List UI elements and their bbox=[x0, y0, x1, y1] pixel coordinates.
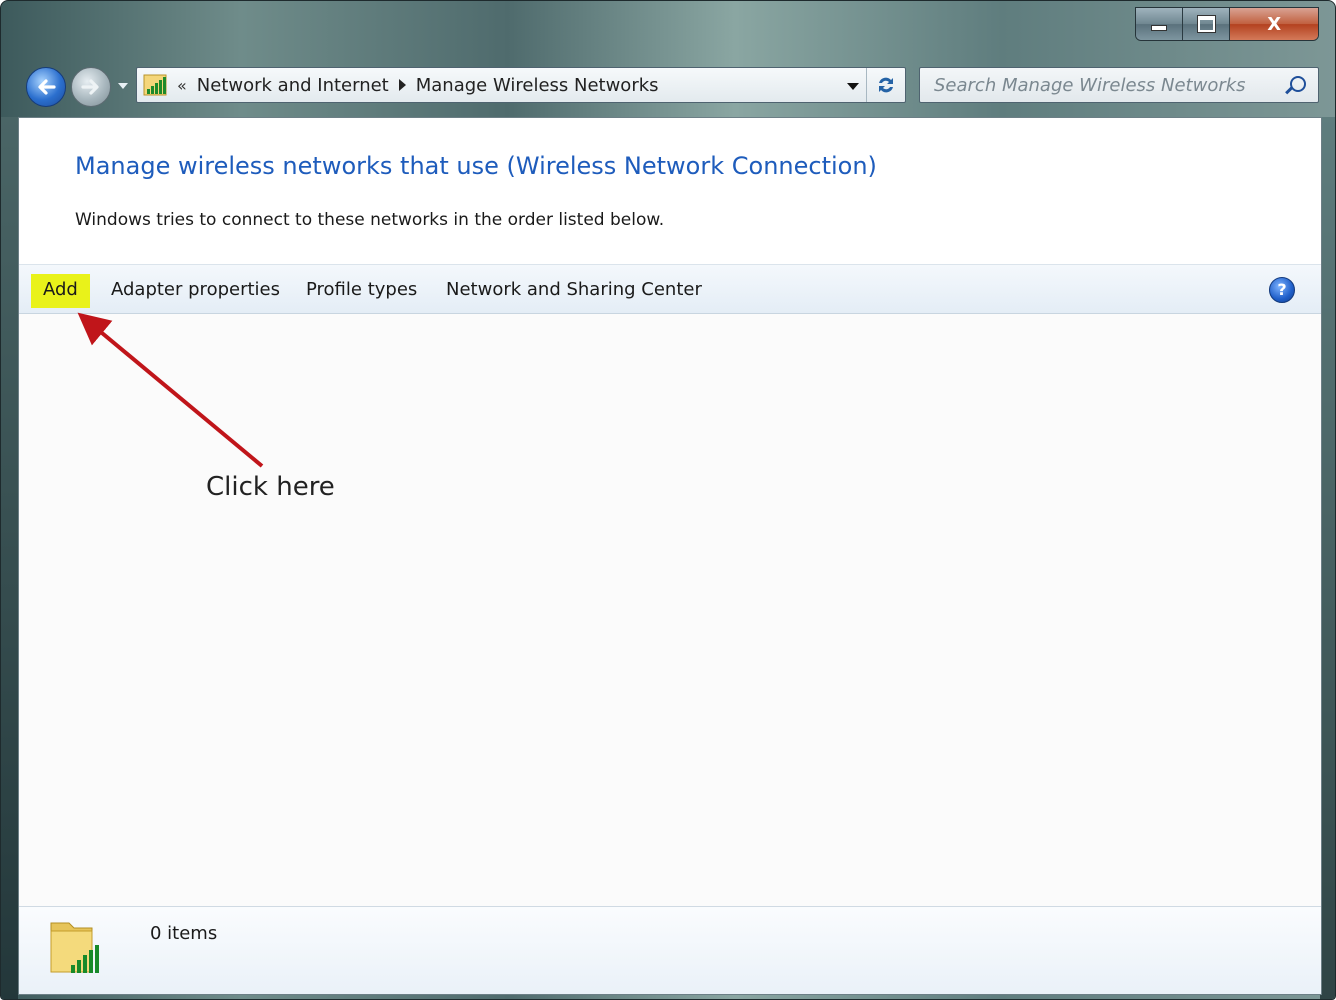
address-dropdown-icon[interactable] bbox=[847, 83, 859, 90]
page-title: Manage wireless networks that use (Wirel… bbox=[75, 152, 877, 180]
wireless-network-icon bbox=[143, 73, 169, 97]
maximize-icon bbox=[1197, 16, 1215, 32]
window-frame-right bbox=[1320, 117, 1335, 999]
command-toolbar: Add Adapter properties Profile types Net… bbox=[19, 264, 1321, 314]
arrow-left-icon bbox=[38, 79, 56, 95]
close-icon: X bbox=[1267, 13, 1282, 35]
breadcrumb-overflow-icon[interactable]: « bbox=[177, 76, 187, 95]
refresh-button[interactable] bbox=[866, 68, 905, 102]
adapter-properties-button[interactable]: Adapter properties bbox=[99, 274, 292, 308]
network-sharing-center-button[interactable]: Network and Sharing Center bbox=[434, 274, 714, 308]
window-frame-left bbox=[1, 117, 18, 999]
page-description: Windows tries to connect to these networ… bbox=[75, 210, 665, 230]
refresh-icon bbox=[879, 77, 893, 93]
explorer-window: X « Network and Internet Manage Wireless… bbox=[0, 0, 1336, 1000]
back-button[interactable] bbox=[26, 67, 66, 107]
content-pane: Manage wireless networks that use (Wirel… bbox=[18, 117, 1322, 995]
search-box[interactable]: Search Manage Wireless Networks bbox=[919, 67, 1319, 103]
forward-button[interactable] bbox=[71, 67, 111, 107]
profile-types-button[interactable]: Profile types bbox=[294, 274, 429, 308]
breadcrumb-separator-icon[interactable] bbox=[398, 79, 406, 91]
search-icon[interactable] bbox=[1290, 76, 1306, 92]
add-button[interactable]: Add bbox=[31, 274, 90, 308]
maximize-button[interactable] bbox=[1183, 8, 1231, 40]
breadcrumb-manage-wireless-networks[interactable]: Manage Wireless Networks bbox=[416, 75, 659, 96]
minimize-button[interactable] bbox=[1136, 8, 1184, 40]
close-button[interactable]: X bbox=[1230, 8, 1318, 40]
search-input[interactable]: Search Manage Wireless Networks bbox=[934, 75, 1246, 96]
arrow-right-icon bbox=[81, 79, 99, 95]
annotation-label: Click here bbox=[206, 472, 335, 502]
item-count: 0 items bbox=[150, 923, 218, 944]
recent-pages-dropdown[interactable] bbox=[118, 83, 128, 89]
caption-buttons: X bbox=[1135, 7, 1319, 41]
details-pane: 0 items bbox=[19, 906, 1321, 994]
wireless-folder-icon bbox=[49, 917, 119, 979]
title-bar: X « Network and Internet Manage Wireless… bbox=[1, 1, 1335, 117]
help-icon[interactable]: ? bbox=[1269, 277, 1295, 303]
networks-list[interactable] bbox=[19, 314, 1321, 908]
minimize-icon bbox=[1152, 26, 1167, 30]
address-bar[interactable]: « Network and Internet Manage Wireless N… bbox=[136, 67, 906, 103]
breadcrumb-network-and-internet[interactable]: Network and Internet bbox=[197, 75, 389, 96]
